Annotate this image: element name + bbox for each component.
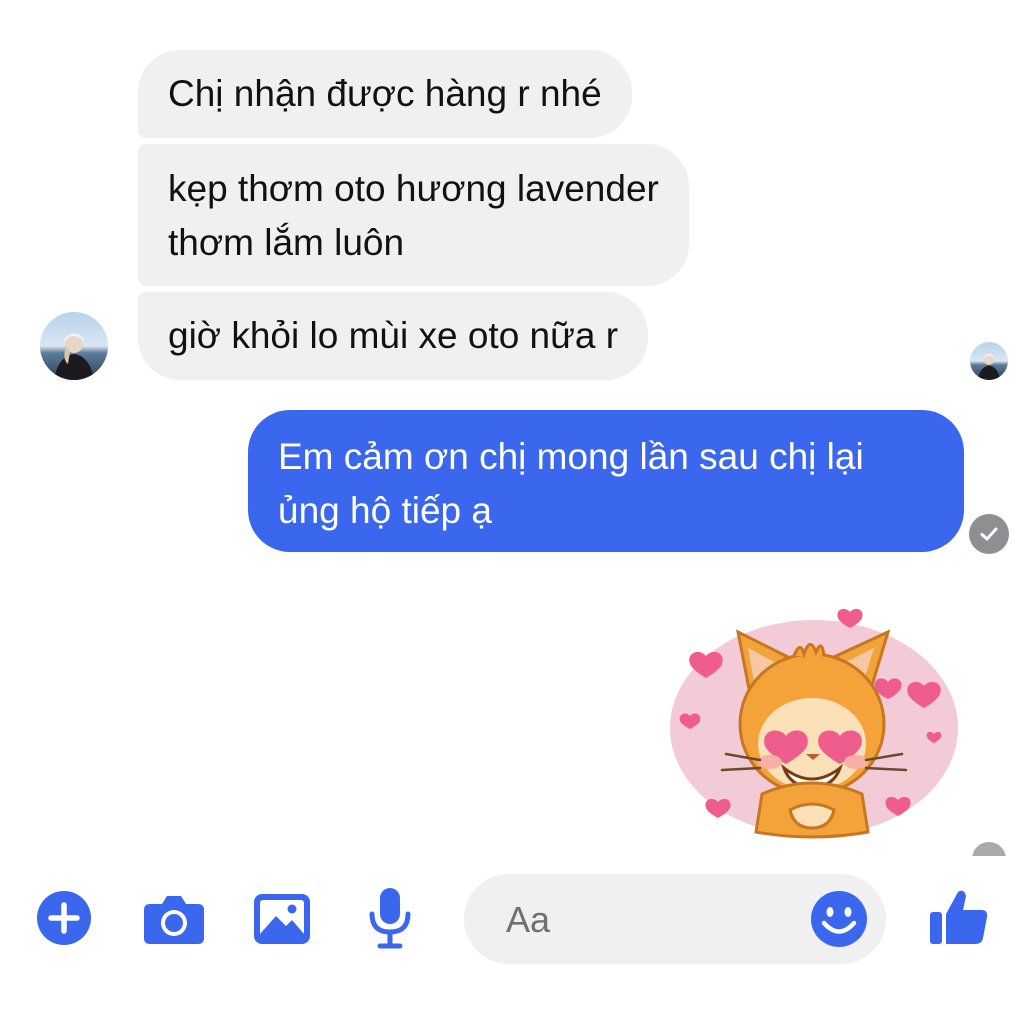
incoming-message-bubble[interactable]: giờ khỏi lo mùi xe oto nữa r: [138, 292, 649, 380]
message-input-field[interactable]: [464, 874, 886, 964]
heart-eyes-cat-sticker[interactable]: [666, 604, 966, 844]
incoming-message-bubble[interactable]: kẹp thơm oto hương lavender thơm lắm luô…: [138, 144, 689, 286]
avatar-photo: [977, 354, 1001, 380]
microphone-icon[interactable]: [366, 886, 414, 950]
image-icon[interactable]: [252, 892, 312, 946]
outgoing-message-bubble[interactable]: Em cảm ơn chị mong lần sau chị lại ủng h…: [248, 410, 964, 552]
thumbs-up-icon[interactable]: [928, 886, 990, 948]
chat-screen: Chị nhận được hàng r nhé kẹp thơm oto hư…: [0, 0, 1024, 1024]
contact-avatar[interactable]: [40, 312, 108, 380]
seen-avatar: [970, 342, 1008, 380]
avatar-photo: [54, 333, 94, 380]
incoming-message-bubble[interactable]: Chị nhận được hàng r nhé: [138, 50, 632, 138]
camera-icon[interactable]: [142, 892, 206, 946]
message-input[interactable]: [504, 896, 808, 944]
emoji-icon[interactable]: [810, 890, 868, 948]
delivered-check-icon: [969, 514, 1009, 554]
plus-icon[interactable]: [36, 890, 92, 946]
